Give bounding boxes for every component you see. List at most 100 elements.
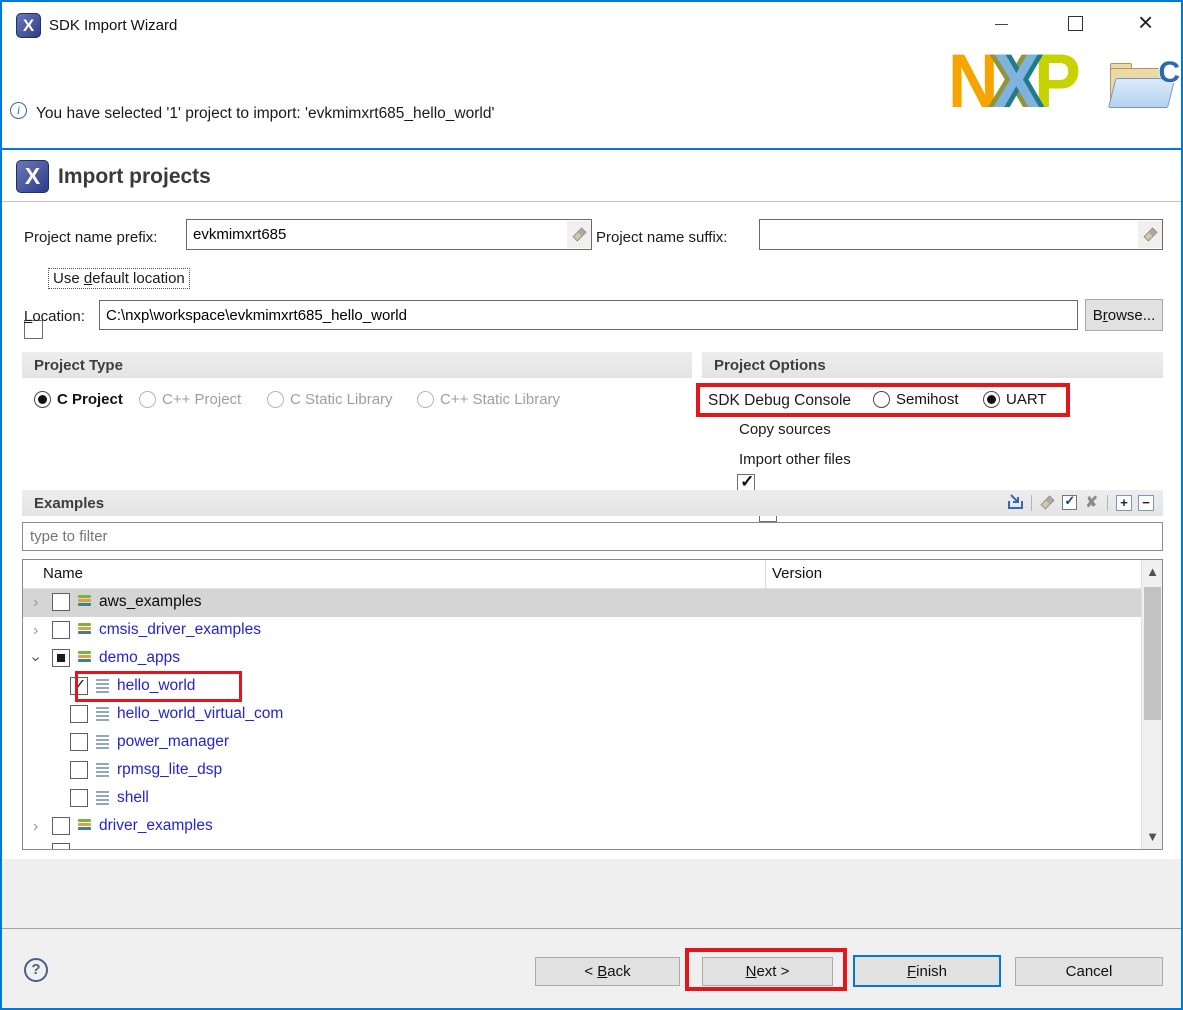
table-header: Name Version <box>23 560 1162 589</box>
category-icon <box>78 595 91 607</box>
row-label: demo_apps <box>99 649 180 667</box>
import-log-icon[interactable] <box>1006 494 1026 511</box>
row-label: hello_world <box>117 677 195 695</box>
eraser-icon[interactable] <box>1041 495 1055 509</box>
row-checkbox[interactable] <box>52 593 70 611</box>
row-checkbox[interactable] <box>70 705 88 723</box>
examples-title: Examples <box>34 495 104 512</box>
chevron-right-icon[interactable]: › <box>33 622 38 640</box>
nxp-logo: NXXXP <box>948 44 1075 120</box>
close-button[interactable]: × <box>1138 13 1153 31</box>
radio-c-project[interactable]: C Project <box>34 391 123 408</box>
scroll-up-icon[interactable]: ▲ <box>1142 560 1163 584</box>
back-button[interactable]: < Back <box>535 957 680 986</box>
project-options-header: Project Options <box>702 352 1163 378</box>
example-icon <box>96 735 109 751</box>
radio-icon <box>34 391 51 408</box>
filter-field-wrap <box>22 522 1163 551</box>
row-label: shell <box>117 789 149 807</box>
row-label: rpmsg_lite_dsp <box>117 761 222 779</box>
minimize-icon <box>995 24 1008 25</box>
column-header-name[interactable]: Name <box>43 565 83 582</box>
location-field-wrap <box>99 300 1078 330</box>
table-row-shell[interactable]: shell <box>23 785 1142 813</box>
chevron-right-icon[interactable]: › <box>33 818 38 836</box>
table-row-hello-world[interactable]: hello_world <box>23 673 1142 701</box>
table-row-hello-world-virtual-com[interactable]: hello_world_virtual_com <box>23 701 1142 729</box>
page-logo-icon: X <box>16 160 49 193</box>
toolbar-separator <box>1107 495 1108 511</box>
prefix-label: Project name prefix: <box>24 229 157 246</box>
row-checkbox[interactable] <box>70 789 88 807</box>
table-row-power-manager[interactable]: power_manager <box>23 729 1142 757</box>
clear-prefix-button[interactable] <box>567 221 591 248</box>
toolbar-separator <box>1031 495 1032 511</box>
eraser-icon <box>1143 227 1157 241</box>
help-button[interactable]: ? <box>24 958 48 982</box>
table-row-cmsis-driver-examples[interactable]: › cmsis_driver_examples <box>23 617 1142 645</box>
project-type-header: Project Type <box>22 352 692 378</box>
cancel-button[interactable]: Cancel <box>1015 957 1163 986</box>
example-icon <box>96 679 109 695</box>
suffix-input[interactable] <box>760 226 1138 243</box>
row-checkbox[interactable] <box>70 677 88 695</box>
page-title: Import projects <box>58 165 211 189</box>
row-label: driver_examples <box>99 817 213 835</box>
row-label: aws_examples <box>99 593 202 611</box>
use-default-location-label[interactable]: Use default location <box>48 268 190 289</box>
row-checkbox[interactable] <box>70 761 88 779</box>
browse-button[interactable]: Browse... <box>1085 299 1163 331</box>
wizard-logo-icon: X <box>16 13 41 38</box>
scroll-down-icon[interactable]: ▼ <box>1142 825 1163 849</box>
radio-semihost[interactable]: Semihost <box>873 391 959 408</box>
clear-filter-icon[interactable]: ✘ <box>1085 495 1098 511</box>
table-row-aws-examples[interactable]: › aws_examples <box>23 589 1142 617</box>
radio-uart[interactable]: UART <box>983 391 1047 408</box>
row-label: cmsis_driver_examples <box>99 621 261 639</box>
suffix-label: Project name suffix: <box>596 229 727 246</box>
filter-input[interactable] <box>30 528 1155 545</box>
minimize-button[interactable] <box>995 24 1008 25</box>
column-divider[interactable] <box>765 560 766 589</box>
radio-icon <box>983 391 1000 408</box>
example-icon <box>96 763 109 779</box>
radio-icon <box>267 391 284 408</box>
radio-cpp-project[interactable]: C++ Project <box>139 391 241 408</box>
column-header-version[interactable]: Version <box>772 565 822 582</box>
table-row-demo-apps[interactable]: › demo_apps <box>23 645 1142 673</box>
table-row-rpmsg-lite-dsp[interactable]: rpmsg_lite_dsp <box>23 757 1142 785</box>
close-icon: × <box>1138 7 1153 37</box>
maximize-button[interactable] <box>1068 16 1083 31</box>
row-checkbox[interactable] <box>52 621 70 639</box>
select-check-icon[interactable] <box>1062 495 1077 510</box>
chevron-right-icon[interactable]: › <box>33 594 38 612</box>
clear-suffix-button[interactable] <box>1138 221 1162 248</box>
vertical-scrollbar[interactable]: ▲ ▼ <box>1141 560 1162 849</box>
row-checkbox[interactable] <box>52 817 70 835</box>
example-icon <box>96 791 109 807</box>
finish-button[interactable]: Finish <box>853 955 1001 987</box>
location-input[interactable] <box>100 307 1077 324</box>
category-icon <box>78 819 91 831</box>
nxp-letter-p: P <box>1034 39 1075 124</box>
collapse-all-icon[interactable]: − <box>1138 495 1154 511</box>
empty-band <box>2 859 1181 928</box>
prefix-input[interactable] <box>187 226 567 243</box>
row-checkbox[interactable] <box>70 733 88 751</box>
radio-c-static-library[interactable]: C Static Library <box>267 391 393 408</box>
info-icon: i <box>10 102 27 119</box>
row-checkbox-partial-clipped[interactable] <box>52 843 70 849</box>
row-checkbox[interactable] <box>52 649 70 667</box>
expand-all-icon[interactable]: + <box>1116 495 1132 511</box>
next-button[interactable]: Next > <box>702 957 833 986</box>
radio-cpp-static-library[interactable]: C++ Static Library <box>417 391 560 408</box>
folder-letter: C <box>1158 56 1180 90</box>
table-body: › aws_examples › cmsis_driver_examples ›… <box>23 589 1162 849</box>
scrollbar-thumb[interactable] <box>1144 587 1161 720</box>
table-row-driver-examples[interactable]: › driver_examples <box>23 813 1142 841</box>
c-project-folder-icon: C <box>1108 60 1180 112</box>
chevron-down-icon[interactable]: › <box>27 656 45 661</box>
row-label: hello_world_virtual_com <box>117 705 283 723</box>
radio-icon <box>139 391 156 408</box>
suffix-field-wrap <box>759 219 1163 250</box>
